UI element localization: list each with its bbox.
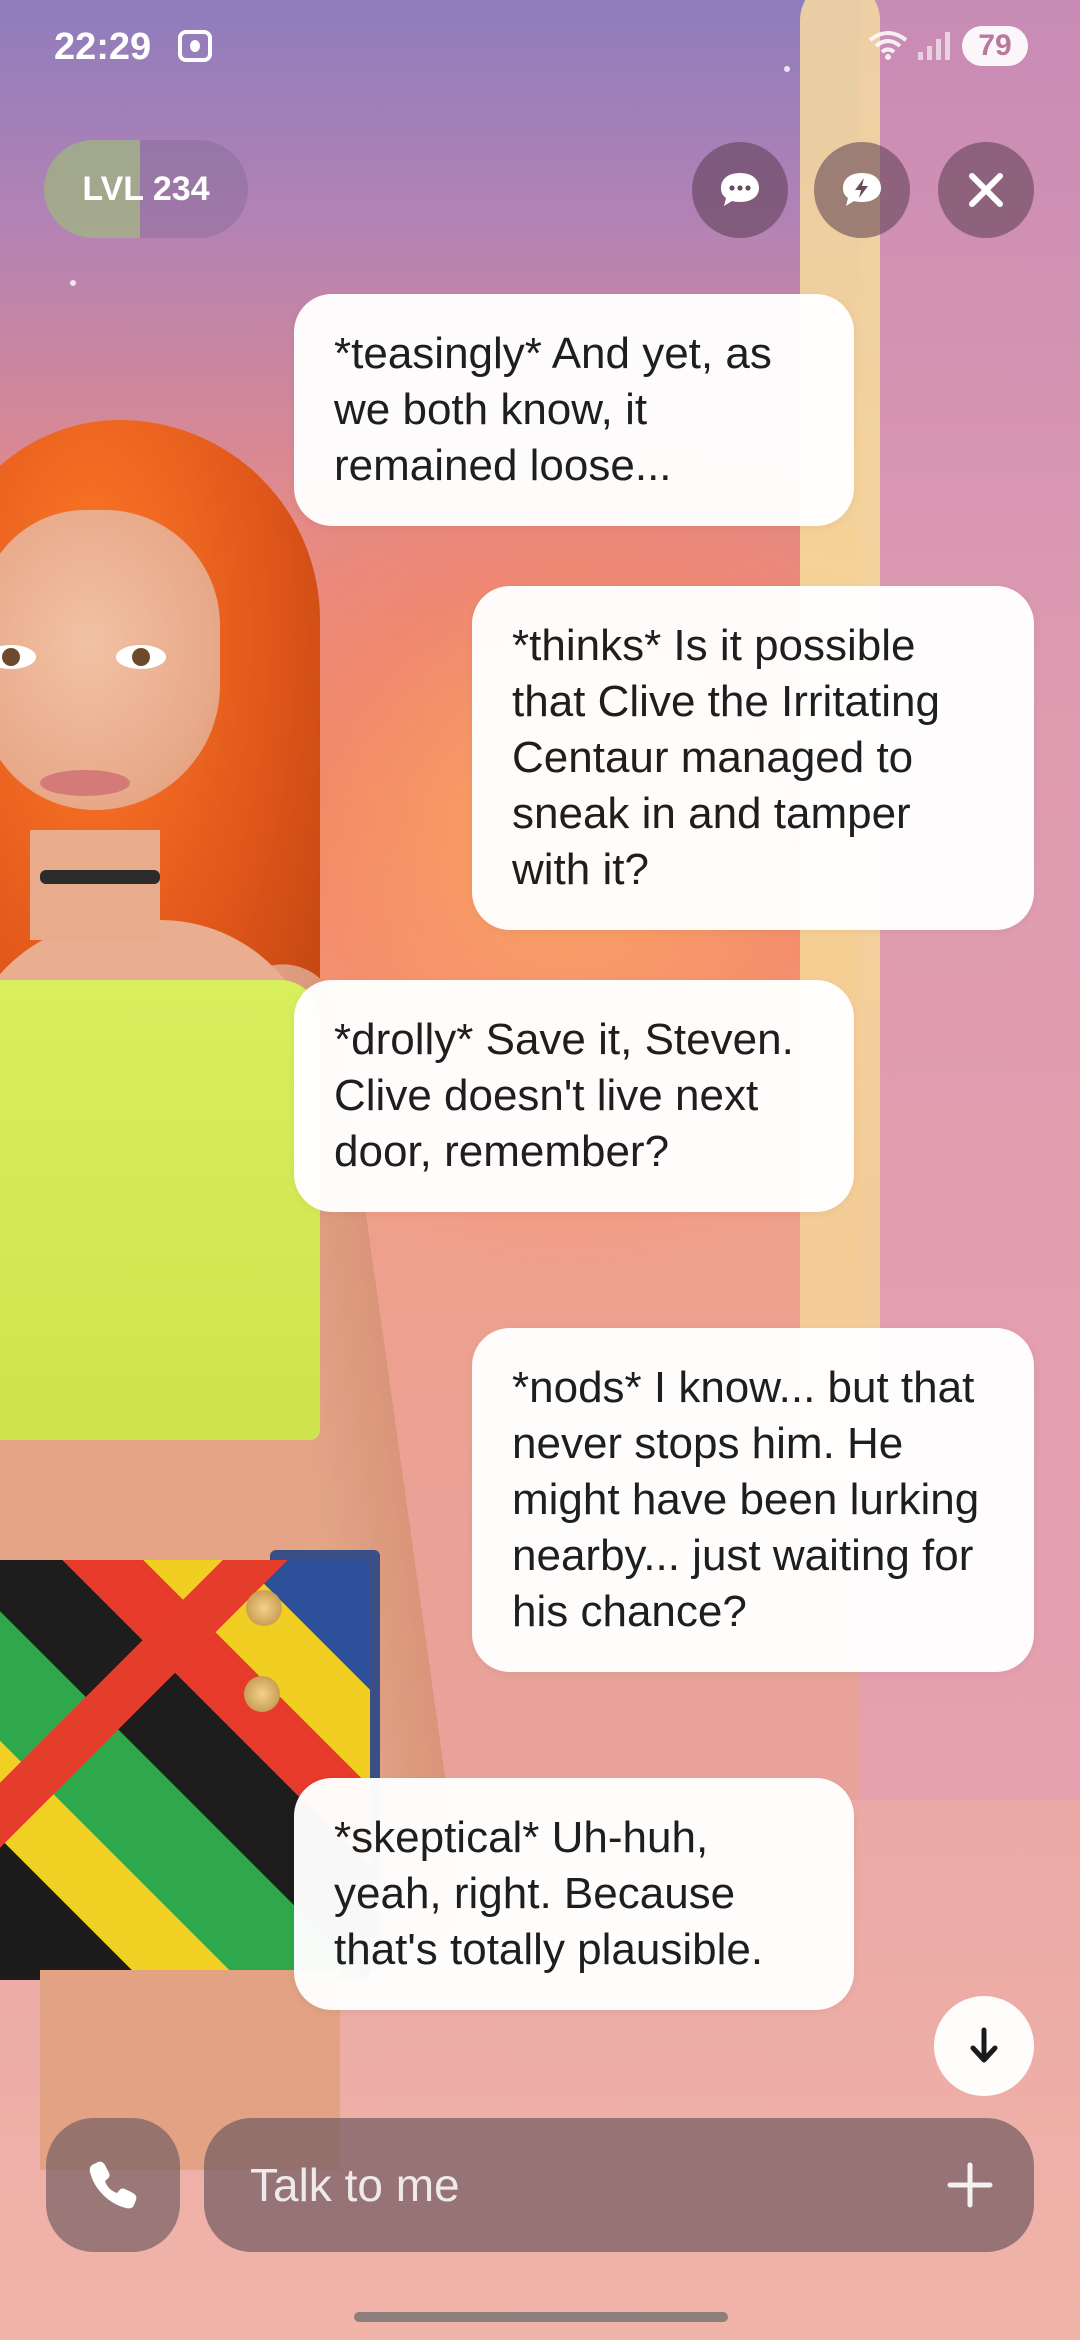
avatar-top bbox=[0, 980, 320, 1440]
avatar-choker bbox=[40, 870, 160, 884]
close-button[interactable] bbox=[938, 142, 1034, 238]
status-time: 22:29 bbox=[54, 26, 152, 68]
home-indicator[interactable] bbox=[354, 2312, 728, 2322]
arrow-down-icon bbox=[970, 2027, 998, 2063]
avatar-lips bbox=[40, 770, 130, 796]
plus-icon bbox=[947, 2162, 993, 2208]
ai-message: *drolly* Save it, Steven. Clive doesn't … bbox=[294, 980, 854, 1212]
skirt-button bbox=[246, 1590, 282, 1626]
screen-record-icon bbox=[178, 30, 212, 62]
close-icon bbox=[969, 173, 1003, 207]
wifi-icon bbox=[868, 31, 908, 60]
attach-button[interactable] bbox=[936, 2151, 1004, 2219]
status-bar: 22:29 79 bbox=[0, 0, 1080, 100]
ai-message: *teasingly* And yet, as we both know, it… bbox=[294, 294, 854, 526]
avatar-neck bbox=[30, 830, 160, 940]
user-message: *thinks* Is it possible that Clive the I… bbox=[472, 586, 1034, 930]
phone-icon bbox=[89, 2161, 137, 2209]
star bbox=[70, 280, 76, 286]
avatar-midriff bbox=[0, 1440, 310, 1570]
skirt-button bbox=[244, 1676, 280, 1712]
quick-reply-button[interactable] bbox=[814, 142, 910, 238]
ai-message: *skeptical* Uh-huh, yeah, right. Because… bbox=[294, 1778, 854, 2010]
message-input[interactable]: Talk to me bbox=[204, 2118, 1034, 2252]
battery-icon: 79 bbox=[962, 26, 1028, 66]
lightning-chat-icon bbox=[843, 173, 881, 206]
call-button[interactable] bbox=[46, 2118, 180, 2252]
level-badge[interactable]: LVL 234 bbox=[44, 140, 248, 238]
signal-icon bbox=[918, 32, 950, 60]
scroll-to-bottom-button[interactable] bbox=[934, 1996, 1034, 2096]
chat-bubble-icon bbox=[721, 173, 759, 206]
user-message: *nods* I know... but that never stops hi… bbox=[472, 1328, 1034, 1672]
chat-mode-button[interactable] bbox=[692, 142, 788, 238]
message-input-placeholder: Talk to me bbox=[250, 2159, 460, 2211]
level-label: LVL 234 bbox=[82, 170, 210, 208]
avatar-eye bbox=[116, 645, 166, 669]
